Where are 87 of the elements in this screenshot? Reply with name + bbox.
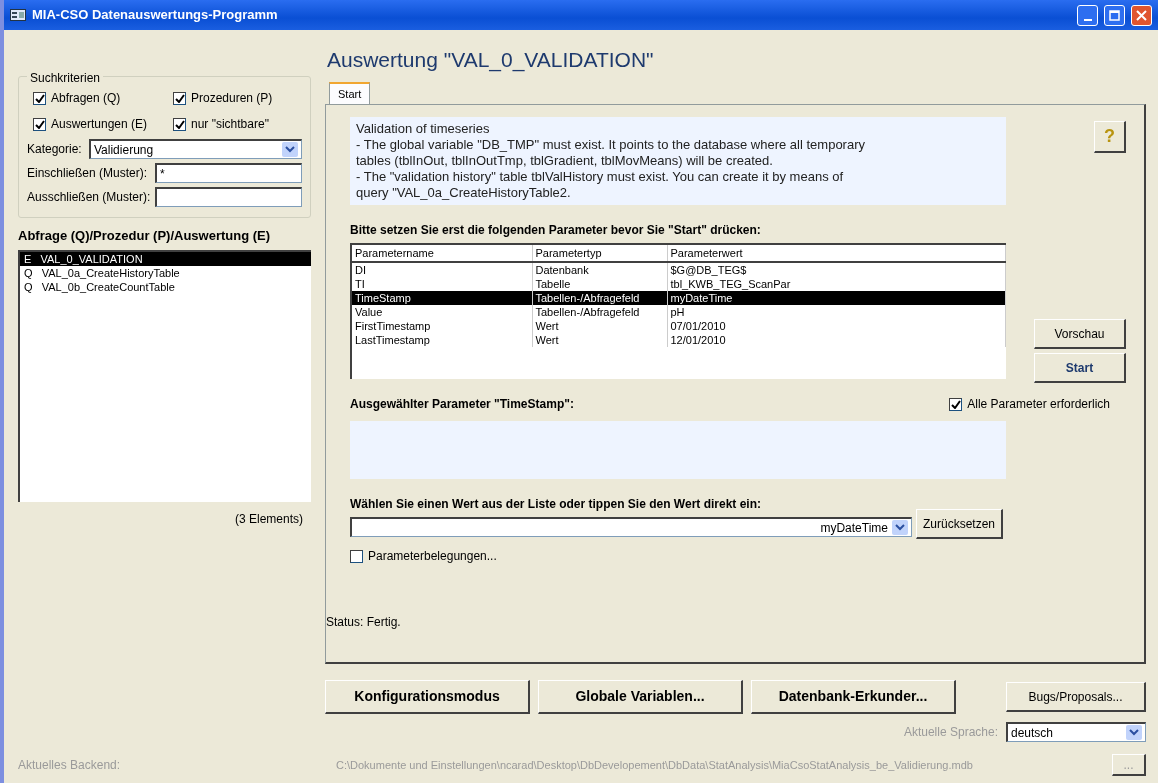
checkbox-label: Abfragen (Q) [51,90,121,107]
chevron-down-icon [895,524,905,531]
check-icon [34,119,45,129]
column-header[interactable]: Parametertyp [532,245,667,262]
list-item[interactable]: E VAL_0_VALIDATION [20,251,311,266]
table-cell: Wert [535,334,559,346]
list-heading: Abfrage (Q)/Prozedur (P)/Auswertung (E) [18,227,272,245]
column-header[interactable]: Parametername [352,245,532,262]
toolbar-button[interactable]: Konfigurationsmodus [325,680,530,714]
page-title: Auswertung "VAL_0_VALIDATION" [327,47,655,74]
minimize-button[interactable] [1077,4,1098,26]
bugs-button[interactable]: Bugs/Proposals... [1006,682,1146,712]
column-header[interactable]: Parameterwert [667,245,1006,262]
table-cell: tbl_KWB_TEG_ScanPar [670,278,791,290]
table-row[interactable]: Value Tabellen-/Abfragefeld pH [352,305,1006,319]
table-cell: $G@DB_TEG$ [670,264,747,276]
section-heading: Wählen Sie einen Wert aus der Liste oder tippen Sie den Wert direkt ein: [350,496,762,513]
table-row[interactable]: TimeStamp Tabellen-/Abfragefeld myDateTime [352,291,1006,305]
window-title: MIA-CSO Datenauswertungs-Programm [32,6,279,25]
table-cell: Tabellen-/Abfragefeld [535,292,640,304]
close-icon [1136,9,1147,21]
toolbar-button[interactable]: Datenbank-Erkunder... [751,680,956,714]
table-cell: pH [670,306,685,318]
dropdown-button[interactable] [1126,725,1142,740]
table-cell: TimeStamp [355,292,411,304]
app-icon [10,9,26,21]
checkbox[interactable] [350,549,363,563]
table-cell: FirstTimestamp [355,320,431,332]
table-cell: Tabelle [535,278,571,290]
item-count: (3 Elements) [233,510,303,528]
checkbox[interactable] [949,397,963,411]
description-text: Validation of timeseries - The global variable "DB_TMP" must exist. It points to the database where all temporary tables (tblInOut, tblInOutTmp, tblGradient, tblMovMeans) will be created. - The "validation history" table tblValHistory must exist. You can create it by means of query "VAL_0a_CreateHistoryTable2. [350,117,1006,205]
language-label: Aktuelle Sprache: [903,724,998,741]
input-field[interactable]: * [155,163,302,183]
toolbar-button[interactable]: Globale Variablen... [538,680,743,714]
close-button[interactable] [1131,4,1152,26]
table-cell: DI [355,264,366,276]
field-label: Ausschließen (Muster): [27,189,152,206]
backend-path: C:\Dokumente und Einstellungen\ncarad\Desktop\DbDevelopement\DbData\StatAnalysis\MiaCsoStatAnalysis_be_Validierung.mdb [336,757,974,773]
reset-button[interactable]: Zurücksetzen [916,509,1004,539]
table-cell: Wert [535,320,559,332]
check-icon [174,119,185,129]
table-cell: Tabellen-/Abfragefeld [535,306,640,318]
maximize-button[interactable] [1104,4,1125,26]
field-label: Einschließen (Muster): [27,165,149,182]
checkbox-label: Parameterbelegungen... [368,548,497,565]
table-cell: myDateTime [670,292,733,304]
checkbox-label: nur "sichtbare" [191,116,269,133]
language-combo-box[interactable]: deutsch [1006,722,1146,742]
action-button[interactable]: Vorschau [1034,319,1126,349]
backend-label: Aktuelles Backend: [18,757,122,774]
value-combo-box[interactable]: myDateTime [350,517,912,537]
input-field[interactable] [155,187,302,207]
table-cell: Value [355,306,383,318]
chevron-down-icon [285,146,295,153]
chevron-down-icon [1129,729,1139,736]
table-row[interactable]: LastTimestamp Wert 12/01/2010 [352,333,1006,347]
checkbox[interactable] [173,91,186,105]
checkbox[interactable] [33,91,46,105]
checkbox[interactable] [33,117,46,131]
table-cell: TI [355,278,365,290]
table-cell: 07/01/2010 [670,320,726,332]
tab[interactable]: Start [329,81,371,104]
check-icon [950,399,961,409]
maximize-icon [1109,9,1120,21]
table-cell: LastTimestamp [355,334,430,346]
section-heading: Bitte setzen Sie erst die folgenden Parameter bevor Sie "Start" drücken: [350,222,762,239]
check-icon [34,93,45,103]
table-row[interactable]: DI Datenbank $G@DB_TEG$ [352,262,1006,277]
check-icon [174,93,185,103]
dropdown-button[interactable] [282,142,298,157]
checkbox-label: Alle Parameter erforderlich [967,396,1110,413]
action-button[interactable]: Start [1034,353,1126,383]
dropdown-button[interactable] [892,520,908,535]
minimize-icon [1083,18,1092,21]
table-cell: 12/01/2010 [670,334,726,346]
checkbox-label: Prozeduren (P) [191,90,273,107]
dropdown-field[interactable]: Validierung [89,139,302,159]
table-row[interactable]: FirstTimestamp Wert 07/01/2010 [352,319,1006,333]
field-label: Kategorie: [27,141,83,158]
table-cell: Datenbank [535,264,589,276]
checkbox[interactable] [173,117,186,131]
list-item[interactable]: Q VAL_0b_CreateCountTable [20,279,311,294]
status-text: Status: Fertig. [326,614,402,631]
list-item[interactable]: Q VAL_0a_CreateHistoryTable [20,265,311,280]
checkbox-label: Auswertungen (E) [51,116,148,133]
section-heading: Ausgewählter Parameter "TimeStamp": [350,396,574,413]
